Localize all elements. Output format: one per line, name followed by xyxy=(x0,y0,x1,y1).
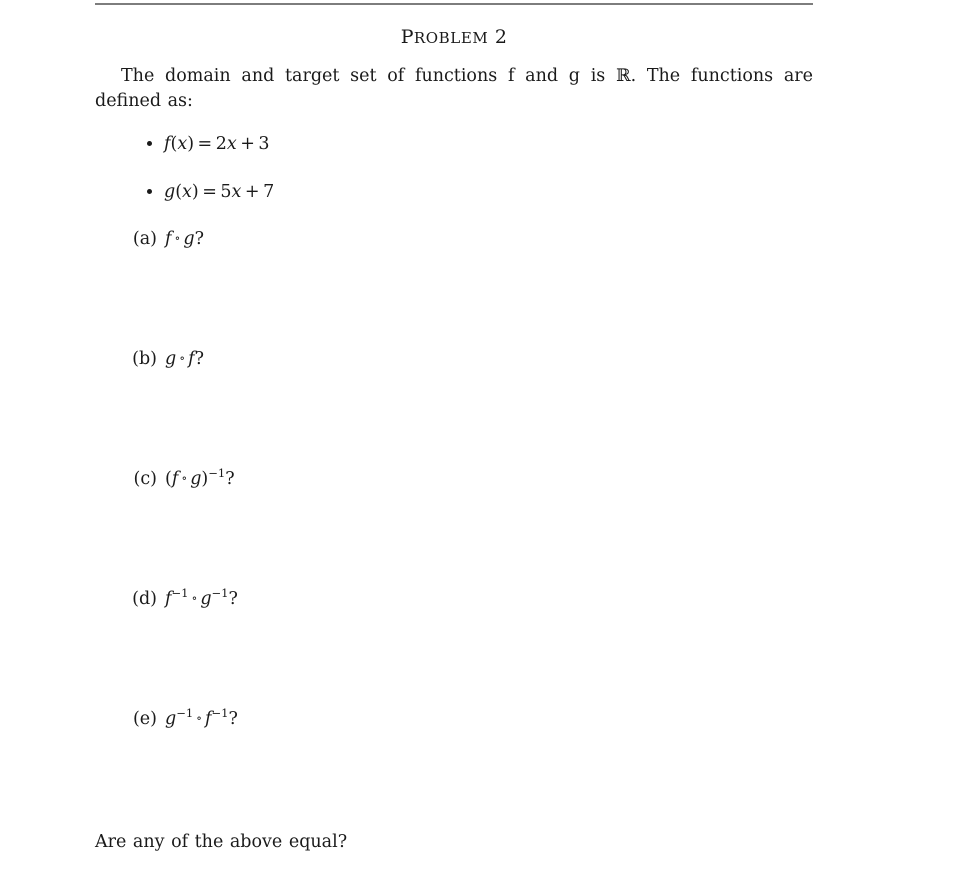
title-first-letter: P xyxy=(400,26,414,48)
question-label-d: (d) xyxy=(132,588,157,609)
question-item-d: (d) f−1 ∘ g−1? xyxy=(95,585,813,708)
closing-question: Are any of the above equal? xyxy=(95,831,348,852)
real-numbers-symbol: ℝ xyxy=(616,66,631,86)
title-small-caps: ROBLEM xyxy=(413,29,489,47)
question-label-c: (c) xyxy=(133,468,157,489)
question-expression-e: g−1 ∘ f−1? xyxy=(165,705,238,729)
question-item-c: (c) (f ∘ g)−1? xyxy=(95,465,813,588)
answer-space-a[interactable] xyxy=(165,252,813,344)
function-definition-f: f(x) = 2x + 3 xyxy=(164,133,270,154)
intro-paragraph: The domain and target set of functions f… xyxy=(95,64,813,114)
questions-list: (a) f ∘ g? (b) g ∘ f? (c) (f ∘ g)−1? (d) f−1 ∘ g… xyxy=(95,228,813,828)
list-item: g(x) = 5x + 7 xyxy=(95,180,813,228)
document-page: PROBLEM 2 The domain and target set of f… xyxy=(95,0,813,871)
function-definitions-list: f(x) = 2x + 3 g(x) = 5x + 7 xyxy=(95,132,813,228)
question-item-b: (b) g ∘ f? xyxy=(95,348,813,468)
bullet-icon xyxy=(147,188,152,194)
question-label-e: (e) xyxy=(132,708,157,729)
bullet-icon xyxy=(147,140,152,146)
list-item: f(x) = 2x + 3 xyxy=(95,132,813,180)
question-expression-b: g ∘ f? xyxy=(165,348,204,369)
question-label-b: (b) xyxy=(132,348,157,369)
title-number: 2 xyxy=(494,26,508,48)
question-item-e: (e) g−1 ∘ f−1? xyxy=(95,705,813,828)
question-expression-d: f−1 ∘ g−1? xyxy=(165,585,238,609)
page-title: PROBLEM 2 xyxy=(95,28,813,47)
answer-space-c[interactable] xyxy=(165,492,813,584)
answer-space-d[interactable] xyxy=(165,612,813,704)
answer-space-e[interactable] xyxy=(165,732,813,824)
function-definition-g: g(x) = 5x + 7 xyxy=(164,181,275,202)
question-expression-a: f ∘ g? xyxy=(165,228,204,249)
question-label-a: (a) xyxy=(132,228,157,249)
question-expression-c: (f ∘ g)−1? xyxy=(165,465,235,489)
answer-space-b[interactable] xyxy=(165,372,813,464)
question-item-a: (a) f ∘ g? xyxy=(95,228,813,348)
intro-text-part1: The domain and target set of functions f… xyxy=(121,66,617,86)
